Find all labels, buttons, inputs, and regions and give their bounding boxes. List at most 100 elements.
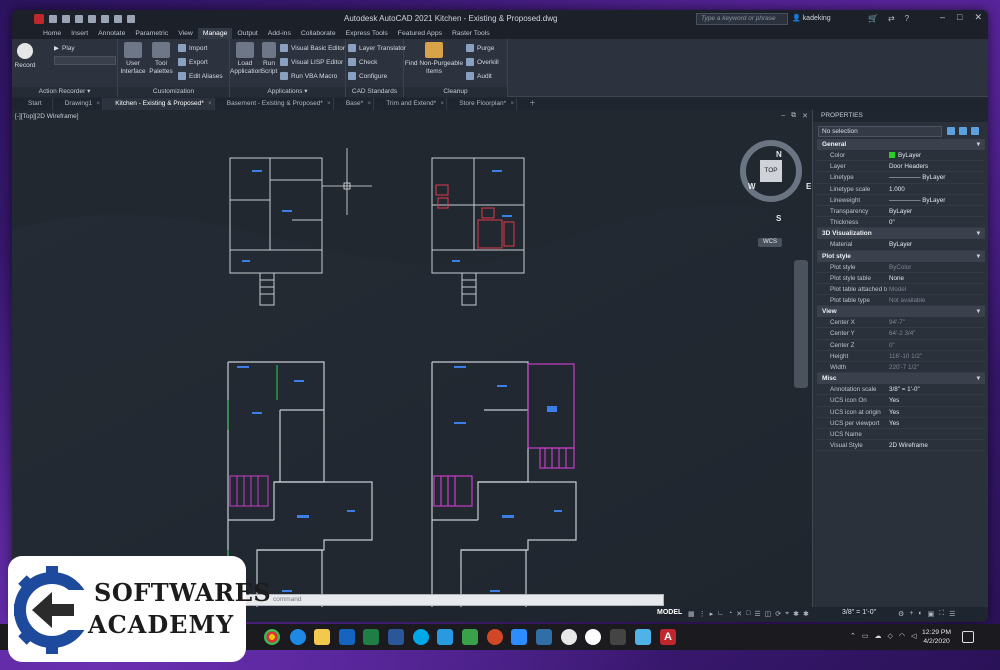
property-section-view[interactable]: View — [817, 306, 985, 318]
snagit-icon[interactable] — [536, 629, 552, 645]
property-value[interactable]: 0" — [887, 217, 985, 227]
panel-title-applications[interactable]: Applications ▾ — [230, 87, 345, 97]
file-tab-drawing1[interactable]: Drawing1 × — [53, 98, 104, 110]
property-section-general[interactable]: General — [817, 139, 985, 150]
wifi-icon[interactable]: ◠ — [899, 632, 905, 640]
property-value[interactable]: None — [887, 273, 985, 283]
macro-select[interactable] — [54, 56, 116, 65]
minimize-icon[interactable]: – — [940, 12, 945, 23]
property-value[interactable]: ByLayer — [887, 239, 985, 249]
property-row[interactable]: Center Y 64'-2 3/4" — [817, 328, 985, 340]
property-value[interactable]: Not available — [887, 295, 985, 305]
file-tab-basement[interactable]: Basement - Existing & Proposed* × — [215, 98, 334, 110]
compass-west[interactable]: W — [748, 182, 756, 191]
record-button[interactable]: Record — [14, 43, 36, 70]
notifications-icon[interactable] — [962, 631, 974, 643]
maps-icon[interactable] — [585, 629, 601, 645]
property-row[interactable]: Linetype ————— ByLayer — [817, 172, 985, 184]
property-section-misc[interactable]: Misc — [817, 373, 985, 385]
app-icon[interactable] — [610, 629, 626, 645]
chevron-up-icon[interactable]: ⌃ — [850, 632, 856, 640]
property-value[interactable]: 94'-7" — [887, 317, 985, 327]
skype-icon[interactable] — [413, 629, 429, 645]
viewcube[interactable]: TOP — [740, 140, 802, 202]
close-icon[interactable]: ✕ — [974, 12, 982, 23]
property-row[interactable]: Visual Style 2D Wireframe — [817, 440, 985, 452]
property-section-plot-style[interactable]: Plot style — [817, 250, 985, 262]
file-tab-start[interactable]: Start — [16, 98, 53, 110]
panel-title-action-recorder[interactable]: Action Recorder ▾ — [12, 87, 117, 97]
property-row[interactable]: Plot style table None — [817, 273, 985, 284]
polar-icon[interactable]: ◔ — [728, 610, 732, 618]
drawing-canvas[interactable]: [-][Top][2D Wireframe] – ⧉ ✕ TOP N S W E… — [12, 110, 812, 607]
ucs-menu[interactable]: WCS — [758, 238, 782, 247]
close-tab-icon[interactable]: × — [327, 98, 331, 110]
photos-icon[interactable] — [462, 629, 478, 645]
print-icon[interactable] — [101, 15, 109, 23]
file-explorer-icon[interactable] — [314, 629, 330, 645]
tab-collaborate[interactable]: Collaborate — [296, 28, 341, 39]
tab-annotate[interactable]: Annotate — [93, 28, 130, 39]
property-row[interactable]: Thickness 0" — [817, 217, 985, 229]
dropbox-icon[interactable]: ◇ — [888, 632, 893, 640]
save-icon[interactable] — [75, 15, 83, 23]
word-icon[interactable] — [388, 629, 404, 645]
network-icon[interactable]: ▭ — [862, 632, 869, 640]
chrome-icon[interactable] — [264, 629, 280, 645]
model-space-toggle[interactable]: MODEL — [657, 609, 682, 616]
annotation-visibility-icon[interactable]: ✱ — [793, 610, 799, 618]
property-value[interactable]: Door Headers — [887, 161, 985, 171]
property-value[interactable]: ————— ByLayer — [887, 172, 985, 182]
property-section-3d-visualization[interactable]: 3D Visualization — [817, 228, 985, 240]
property-value[interactable]: ByLayer — [887, 206, 985, 216]
property-row[interactable]: Height 116'-10 1/2" — [817, 351, 985, 362]
tab-raster-tools[interactable]: Raster Tools — [447, 28, 495, 39]
quick-select-icon[interactable] — [971, 127, 979, 135]
tab-view[interactable]: View — [173, 28, 198, 39]
outlook-icon[interactable] — [339, 629, 355, 645]
property-row[interactable]: Center Z 0" — [817, 340, 985, 351]
close-tab-icon[interactable]: × — [367, 98, 371, 110]
toggle-pickadd-icon[interactable] — [947, 127, 955, 135]
tab-manage[interactable]: Manage — [197, 28, 233, 39]
customize-icon[interactable]: ☰ — [949, 610, 955, 618]
selection-dropdown[interactable]: No selection — [818, 126, 942, 137]
property-value[interactable]: 3/8" = 1'-0" — [887, 384, 985, 394]
snap-icon[interactable]: ⋮ — [699, 610, 706, 618]
import-button[interactable]: Import — [178, 43, 207, 53]
configure-button[interactable]: Configure — [348, 71, 387, 81]
vba-editor-button[interactable]: Visual Basic Editor — [280, 43, 345, 53]
maximize-icon[interactable]: □ — [957, 12, 962, 23]
purge-button[interactable]: Purge — [466, 43, 494, 53]
property-value[interactable]: Yes — [887, 395, 985, 405]
export-button[interactable]: Export — [178, 57, 208, 67]
property-row[interactable]: Plot table type Not available — [817, 295, 985, 307]
property-row[interactable]: Layer Door Headers — [817, 161, 985, 173]
plus-icon[interactable]: + — [909, 610, 913, 618]
property-row[interactable]: Center X 94'-7" — [817, 317, 985, 329]
run-script-button[interactable]: Run Script — [260, 42, 278, 75]
new-tab-icon[interactable]: ＋ — [517, 98, 546, 110]
tab-express-tools[interactable]: Express Tools — [341, 28, 393, 39]
ortho-icon[interactable]: ∟ — [717, 610, 724, 618]
lineweight-icon[interactable]: ☰ — [754, 610, 760, 618]
tab-insert[interactable]: Insert — [66, 28, 93, 39]
3d-osnap-icon[interactable]: ⌖ — [785, 610, 789, 618]
autocad-taskbar-icon[interactable]: A — [660, 629, 676, 645]
property-row[interactable]: Material ByLayer — [817, 239, 985, 251]
property-value[interactable]: 64'-2 3/4" — [887, 328, 985, 338]
navigation-bar[interactable] — [794, 260, 808, 388]
property-value[interactable] — [887, 429, 985, 439]
load-application-button[interactable]: Load Application — [230, 42, 262, 75]
infer-icon[interactable]: ▸ — [710, 610, 714, 618]
tab-home[interactable]: Home — [38, 28, 66, 39]
snowflake-icon[interactable] — [635, 629, 651, 645]
property-value[interactable]: ByColor — [887, 262, 985, 272]
property-row[interactable]: Lineweight ————— ByLayer — [817, 195, 985, 206]
property-row[interactable]: UCS Name — [817, 429, 985, 441]
play-button[interactable]: ▶ Play — [54, 43, 75, 53]
close-tab-icon[interactable]: × — [510, 98, 514, 110]
property-row[interactable]: UCS per viewport Yes — [817, 418, 985, 429]
cloud-sync-icon[interactable]: ☁ — [875, 632, 882, 640]
osnap-icon[interactable]: □ — [746, 610, 750, 618]
